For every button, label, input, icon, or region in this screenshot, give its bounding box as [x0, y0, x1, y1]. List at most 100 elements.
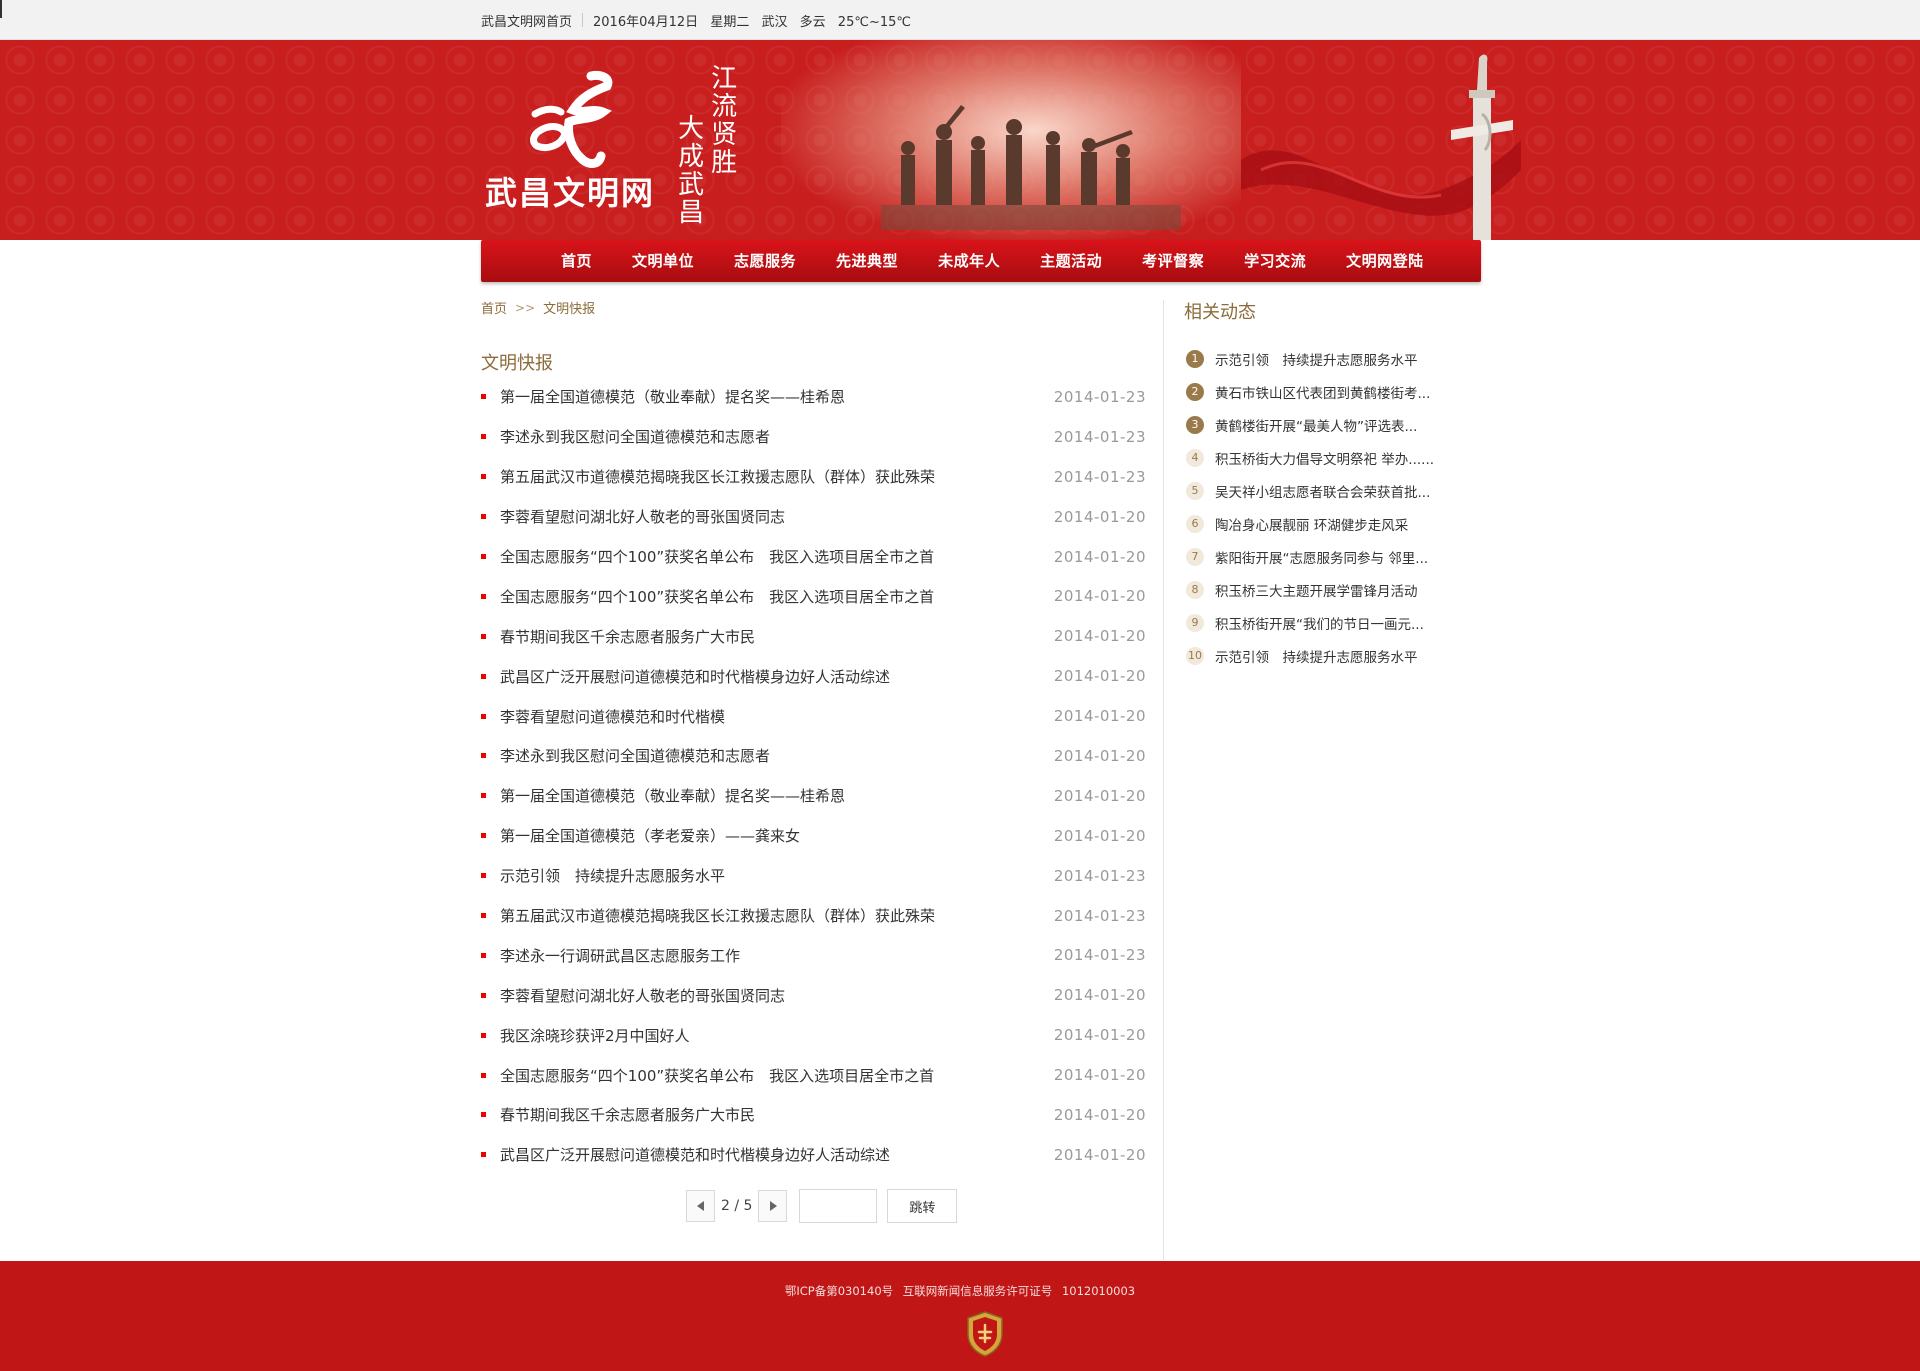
divider: [582, 13, 584, 27]
article-date: 2014-01-23: [1053, 427, 1146, 446]
list-item: 10 示范引领 持续提升志愿服务水平: [1186, 639, 1486, 672]
related-link[interactable]: 陶冶身心展靓丽 环湖健步走风采: [1215, 514, 1408, 534]
related-link[interactable]: 示范引领 持续提升志愿服务水平: [1215, 349, 1418, 369]
article-title-link[interactable]: 第一届全国道德模范（敬业奉献）提名奖——桂希恩: [481, 785, 845, 806]
article-title-link[interactable]: 李蓉看望慰问湖北好人敬老的哥张国贤同志: [481, 985, 785, 1006]
footer-text: 鄂ICP备第030140号 互联网新闻信息服务许可证号 1012010003: [0, 1283, 1920, 1299]
prev-page-button[interactable]: [686, 1190, 715, 1222]
related-link[interactable]: 吴天祥小组志愿者联合会荣获首批...: [1215, 481, 1430, 501]
police-badge-icon[interactable]: [965, 1310, 1005, 1358]
article-title-link[interactable]: 第一届全国道德模范（孝老爱亲）——龚来女: [481, 825, 800, 846]
list-item: 武昌区广泛开展慰问道德模范和时代楷模身边好人活动综述 2014-01-20: [481, 1135, 1146, 1175]
nav-item-evaluation[interactable]: 考评督察: [1142, 240, 1204, 282]
header-banner: 武昌文明网 江流贤胜 大成武昌: [0, 40, 1920, 240]
related-link[interactable]: 黄石市铁山区代表团到黄鹤楼街考...: [1215, 382, 1430, 402]
list-item: 5 吴天祥小组志愿者联合会荣获首批...: [1186, 474, 1486, 507]
article-date: 2014-01-20: [1053, 627, 1146, 646]
nav-item-home[interactable]: 首页: [561, 240, 592, 282]
breadcrumb-home[interactable]: 首页: [481, 298, 507, 317]
article-date: 2014-01-23: [1053, 467, 1146, 486]
nav-item-theme-activities[interactable]: 主题活动: [1040, 240, 1102, 282]
logo-brush-icon: [530, 71, 613, 168]
article-title-link[interactable]: 李述永到我区慰问全国道德模范和志愿者: [481, 745, 770, 766]
list-item: 6 陶冶身心展靓丽 环湖健步走风采: [1186, 507, 1486, 540]
nav-item-login[interactable]: 文明网登陆: [1346, 240, 1424, 282]
related-list: 1 示范引领 持续提升志愿服务水平 2 黄石市铁山区代表团到黄鹤楼街考... 3 黄鹤…: [1186, 342, 1486, 672]
slogan-line1: 江流贤胜: [706, 64, 737, 176]
article-date: 2014-01-20: [1053, 1026, 1146, 1045]
icp-text: 鄂ICP备第030140号: [784, 1284, 894, 1298]
article-title-link[interactable]: 全国志愿服务“四个100”获奖名单公布 我区入选项目居全市之首: [481, 1065, 934, 1086]
list-item: 春节期间我区千余志愿者服务广大市民 2014-01-20: [481, 616, 1146, 656]
list-item: 第一届全国道德模范（敬业奉献）提名奖——桂希恩 2014-01-23: [481, 377, 1146, 417]
related-link[interactable]: 黄鹤楼街开展“最美人物”评选表...: [1215, 415, 1417, 435]
weather-text: 多云: [799, 14, 826, 30]
list-item: 李述永到我区慰问全国道德模范和志愿者 2014-01-23: [481, 417, 1146, 457]
nav-item-civilized-units[interactable]: 文明单位: [632, 240, 694, 282]
related-link[interactable]: 积玉桥街大力倡导文明祭祀 举办......: [1215, 448, 1434, 468]
triangle-right-icon: [769, 1201, 777, 1211]
license-label: 互联网新闻信息服务许可证号: [902, 1284, 1053, 1298]
rank-number: 9: [1186, 613, 1204, 632]
list-item: 7 紫阳街开展“志愿服务同参与 邻里...: [1186, 540, 1486, 573]
related-link[interactable]: 示范引领 持续提升志愿服务水平: [1215, 646, 1418, 666]
list-item: 全国志愿服务“四个100”获奖名单公布 我区入选项目居全市之首 2014-01-2…: [481, 576, 1146, 616]
article-title-link[interactable]: 武昌区广泛开展慰问道德模范和时代楷模身边好人活动综述: [481, 666, 890, 687]
rank-number: 3: [1186, 415, 1204, 434]
nav-item-advanced-models[interactable]: 先进典型: [836, 240, 898, 282]
article-title-link[interactable]: 第五届武汉市道德模范揭晓我区长江救援志愿队（群体）获此殊荣: [481, 905, 935, 926]
breadcrumb-separator: >>: [515, 300, 536, 315]
related-link[interactable]: 积玉桥街开展“我们的节日一画元...: [1215, 613, 1424, 633]
temperature-text: 25℃~15℃: [837, 14, 911, 30]
article-title-link[interactable]: 春节期间我区千余志愿者服务广大市民: [481, 626, 755, 647]
article-date: 2014-01-23: [1053, 946, 1146, 965]
article-title-link[interactable]: 武昌区广泛开展慰问道德模范和时代楷模身边好人活动综述: [481, 1144, 890, 1165]
article-date: 2014-01-20: [1053, 786, 1146, 805]
article-title-link[interactable]: 李述永到我区慰问全国道德模范和志愿者: [481, 426, 770, 447]
related-link[interactable]: 紫阳街开展“志愿服务同参与 邻里...: [1215, 547, 1428, 567]
corner-mark: [0, 0, 2, 18]
list-item: 武昌区广泛开展慰问道德模范和时代楷模身边好人活动综述 2014-01-20: [481, 656, 1146, 696]
city-text: 武汉: [761, 14, 788, 30]
section-title: 文明快报: [481, 353, 553, 374]
list-item: 第一届全国道德模范（敬业奉献）提名奖——桂希恩 2014-01-20: [481, 776, 1146, 816]
jump-button[interactable]: 跳转: [887, 1189, 958, 1223]
list-item: 示范引领 持续提升志愿服务水平 2014-01-23: [481, 856, 1146, 896]
article-title-link[interactable]: 全国志愿服务“四个100”获奖名单公布 我区入选项目居全市之首: [481, 546, 934, 567]
list-item: 4 积玉桥街大力倡导文明祭祀 举办......: [1186, 441, 1486, 474]
page-number-input[interactable]: [799, 1189, 878, 1223]
triangle-left-icon: [696, 1201, 704, 1211]
next-page-button[interactable]: [758, 1190, 788, 1222]
article-title-link[interactable]: 我区涂晓珍获评2月中国好人: [481, 1025, 690, 1046]
rank-number: 1: [1186, 349, 1204, 368]
article-date: 2014-01-20: [1053, 667, 1146, 686]
date-weather-info: 2016年04月12日 星期二 武汉 多云 25℃~15℃: [593, 11, 919, 30]
list-item: 第五届武汉市道德模范揭晓我区长江救援志愿队（群体）获此殊荣 2014-01-23: [481, 457, 1146, 497]
article-title-link[interactable]: 第一届全国道德模范（敬业奉献）提名奖——桂希恩: [481, 386, 845, 407]
pagination: 2 / 5 跳转: [686, 1189, 958, 1223]
footer: 鄂ICP备第030140号 互联网新闻信息服务许可证号 1012010003: [0, 1261, 1920, 1371]
page-indicator: 2 / 5: [721, 1198, 753, 1214]
home-link[interactable]: 武昌文明网首页: [481, 11, 572, 30]
nav-item-volunteer-service[interactable]: 志愿服务: [734, 240, 796, 282]
list-item: 第五届武汉市道德模范揭晓我区长江救援志愿队（群体）获此殊荣 2014-01-23: [481, 896, 1146, 936]
article-title-link[interactable]: 李蓉看望慰问湖北好人敬老的哥张国贤同志: [481, 506, 785, 527]
article-title-link[interactable]: 第五届武汉市道德模范揭晓我区长江救援志愿队（群体）获此殊荣: [481, 466, 935, 487]
list-item: 春节期间我区千余志愿者服务广大市民 2014-01-20: [481, 1095, 1146, 1135]
list-item: 9 积玉桥街开展“我们的节日一画元...: [1186, 606, 1486, 639]
related-link[interactable]: 积玉桥三大主题开展学雷锋月活动: [1215, 580, 1418, 600]
article-title-link[interactable]: 春节期间我区千余志愿者服务广大市民: [481, 1104, 755, 1125]
nav-item-learning[interactable]: 学习交流: [1244, 240, 1306, 282]
list-item: 我区涂晓珍获评2月中国好人 2014-01-20: [481, 1015, 1146, 1055]
article-title-link[interactable]: 李述永一行调研武昌区志愿服务工作: [481, 945, 740, 966]
nav-item-minors[interactable]: 未成年人: [938, 240, 1000, 282]
article-list: 第一届全国道德模范（敬业奉献）提名奖——桂希恩 2014-01-23 李述永到我区…: [481, 377, 1146, 1175]
article-date: 2014-01-20: [1053, 507, 1146, 526]
article-title-link[interactable]: 全国志愿服务“四个100”获奖名单公布 我区入选项目居全市之首: [481, 586, 934, 607]
list-item: 全国志愿服务“四个100”获奖名单公布 我区入选项目居全市之首 2014-01-2…: [481, 1055, 1146, 1095]
date-text: 2016年04月12日: [593, 14, 699, 30]
article-date: 2014-01-23: [1053, 866, 1146, 885]
article-title-link[interactable]: 李蓉看望慰问道德模范和时代楷模: [481, 706, 725, 727]
article-title-link[interactable]: 示范引领 持续提升志愿服务水平: [481, 865, 725, 886]
breadcrumb-current[interactable]: 文明快报: [543, 298, 595, 317]
